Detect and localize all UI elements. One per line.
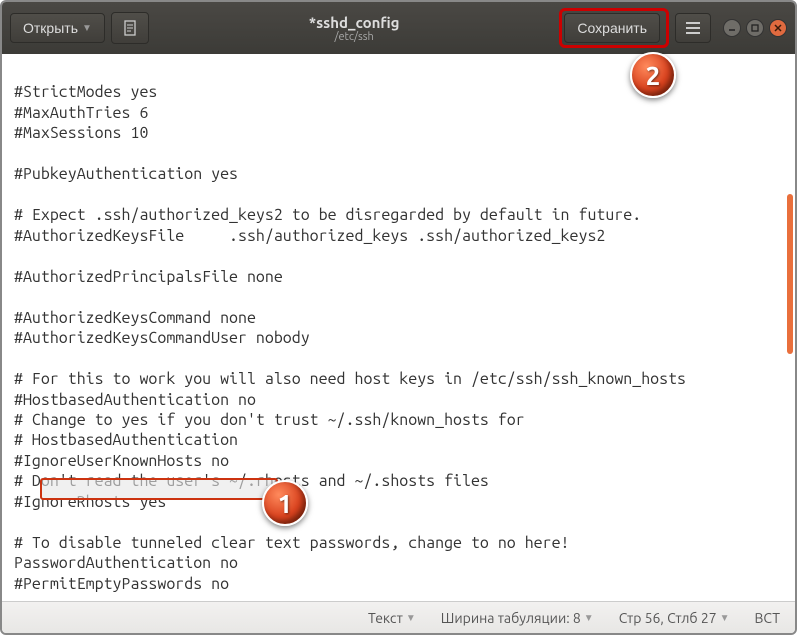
editor-line: PasswordAuthentication no [14, 554, 238, 572]
save-label: Сохранить [577, 20, 647, 36]
minimize-button[interactable] [723, 19, 741, 37]
scrollbar[interactable] [787, 194, 793, 354]
editor-line: #PubkeyAuthentication yes [14, 165, 238, 183]
editor-line: #PermitEmptyPasswords no [14, 575, 229, 593]
editor-line: # To disable tunneled clear text passwor… [14, 534, 570, 552]
save-button[interactable]: Сохранить [564, 13, 660, 43]
file-title: *sshd_config [155, 14, 554, 31]
editor-line: #AuthorizedPrincipalsFile none [14, 268, 283, 286]
editor-line: # Expect .ssh/authorized_keys2 to be dis… [14, 206, 641, 224]
annotation-marker-2: 2 [630, 52, 676, 98]
window-controls [723, 19, 787, 37]
new-document-button[interactable] [111, 12, 149, 44]
editor-line: #MaxSessions 10 [14, 124, 148, 142]
titlebar: Открыть *sshd_config /etc/ssh Сохранить [2, 2, 795, 54]
open-label: Открыть [23, 20, 78, 36]
editor-line: #AuthorizedKeysCommandUser nobody [14, 329, 310, 347]
syntax-selector[interactable]: Текст [368, 610, 416, 626]
editor-line: # Change to yes if you don't trust ~/.ss… [14, 411, 525, 429]
chevron-down-icon [720, 612, 730, 624]
menu-button[interactable] [675, 13, 711, 43]
editor-line: #AuthorizedKeysFile .ssh/authorized_keys… [14, 227, 605, 245]
statusbar: Текст Ширина табуляции: 8 Стр 56, Стлб 2… [2, 601, 795, 633]
mode-label: ВСТ [755, 610, 780, 626]
editor-area[interactable]: #StrictModes yes #MaxAuthTries 6 #MaxSes… [2, 54, 795, 601]
editor-line: #MaxAuthTries 6 [14, 104, 148, 122]
chevron-down-icon [82, 23, 92, 34]
syntax-label: Текст [368, 610, 403, 626]
editor-line: #StrictModes yes [14, 83, 157, 101]
tab-width-label: Ширина табуляции: 8 [441, 610, 581, 626]
chevron-down-icon [406, 612, 416, 624]
close-button[interactable] [769, 19, 787, 37]
editor-line: #AuthorizedKeysCommand none [14, 309, 256, 327]
position-label: Стр 56, Стлб 27 [619, 610, 717, 626]
chevron-down-icon [584, 612, 594, 624]
insert-mode[interactable]: ВСТ [755, 610, 780, 626]
document-icon [122, 20, 138, 36]
annotation-marker-1: 1 [262, 480, 308, 526]
hamburger-icon [685, 21, 701, 35]
maximize-button[interactable] [746, 19, 764, 37]
tab-width-selector[interactable]: Ширина табуляции: 8 [441, 610, 594, 626]
save-highlight: Сохранить [559, 8, 669, 48]
editor-line: #IgnoreUserKnownHosts no [14, 452, 229, 470]
position-selector[interactable]: Стр 56, Стлб 27 [619, 610, 730, 626]
file-path: /etc/ssh [155, 31, 554, 43]
editor-line: #HostbasedAuthentication no [14, 391, 256, 409]
editor-line: # HostbasedAuthentication [14, 431, 238, 449]
highlight-box-1 [40, 478, 278, 500]
open-button[interactable]: Открыть [10, 13, 105, 43]
editor-line: # For this to work you will also need ho… [14, 370, 686, 388]
title-area: *sshd_config /etc/ssh [155, 14, 554, 43]
